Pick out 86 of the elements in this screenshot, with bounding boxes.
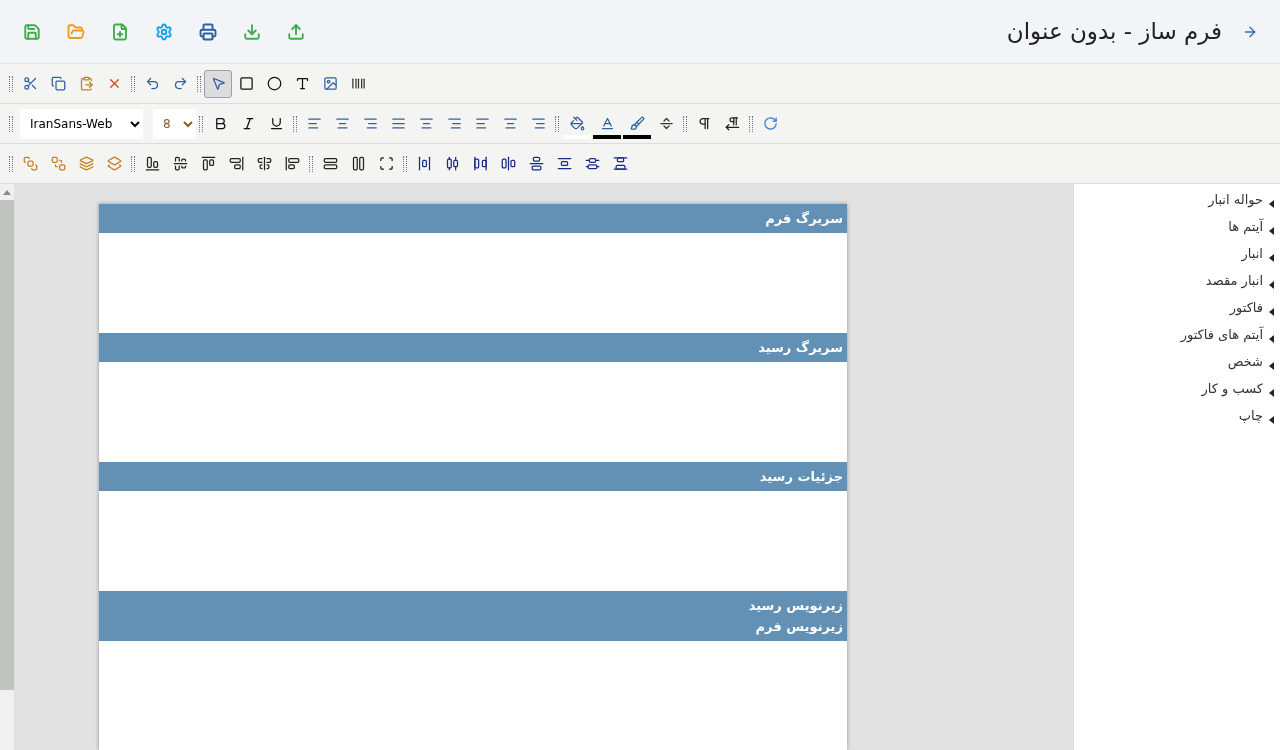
tree-item-label: انبار مقصد	[1205, 272, 1263, 291]
ellipse-icon	[266, 76, 282, 91]
text-icon	[294, 76, 310, 91]
left-to-right-icon	[696, 116, 712, 131]
border-style-icon	[658, 116, 674, 131]
spacing-icon	[472, 156, 488, 171]
band-title: جزئیات رسید	[758, 468, 843, 486]
refresh-icon	[762, 116, 778, 131]
tree-item-label: شخص	[1227, 353, 1263, 372]
align-icon	[390, 116, 406, 131]
band-title: زیرنویس رسید	[747, 597, 843, 615]
font-color-icon	[599, 115, 615, 131]
caret-left-icon[interactable]	[1269, 281, 1274, 289]
upload-icon	[287, 22, 305, 41]
font-family-select[interactable]: IranSans-Web	[20, 108, 143, 139]
line-color-icon	[629, 115, 645, 131]
caret-left-icon[interactable]	[1269, 335, 1274, 343]
band-title: سربرگ رسید	[757, 339, 843, 357]
spacing-icon	[612, 156, 628, 171]
italic-icon	[240, 116, 256, 131]
align-icon	[284, 156, 300, 171]
new-file-icon	[111, 22, 129, 41]
spacing-icon	[528, 156, 544, 171]
rectangle-icon	[238, 76, 254, 91]
redo-icon	[172, 76, 188, 91]
tree-item-label: آیتم ها	[1228, 217, 1263, 237]
align-icon	[362, 116, 378, 131]
align-icon	[530, 116, 546, 131]
tree-item-label: چاپ	[1238, 407, 1263, 426]
pointer-icon	[210, 76, 226, 91]
spacing-icon	[584, 156, 600, 171]
align-icon	[418, 116, 434, 131]
spacing-icon	[416, 156, 432, 171]
bring-forward-icon	[78, 156, 94, 171]
tree-item-label: کسب و کار	[1201, 380, 1263, 399]
tree-item-label: انبار	[1241, 245, 1263, 264]
caret-left-icon[interactable]	[1269, 227, 1274, 235]
spacing-icon	[500, 156, 516, 171]
align-icon	[228, 156, 244, 171]
font-size-select[interactable]: 8	[153, 108, 196, 139]
download-icon	[243, 22, 261, 41]
align-icon	[144, 156, 160, 171]
send-backward-icon	[106, 156, 122, 171]
folder-icon	[67, 22, 85, 41]
underline-icon	[268, 116, 284, 131]
caret-left-icon[interactable]	[1269, 389, 1274, 397]
settings-icon	[155, 22, 173, 41]
band-title: سربرگ فرم	[764, 210, 843, 229]
tree-item-label: آیتم های فاکتور	[1180, 325, 1263, 345]
align-icon	[474, 116, 490, 131]
align-icon	[172, 156, 188, 171]
band-title: زیرنویس فرم	[754, 618, 843, 637]
fill-color-icon	[569, 115, 585, 131]
tree-item-label: حواله انبار	[1208, 191, 1263, 210]
caret-left-icon[interactable]	[1269, 254, 1274, 262]
same-size-icon	[378, 156, 394, 171]
align-icon	[200, 156, 216, 171]
same-height-icon	[350, 156, 366, 171]
undo-icon	[144, 76, 160, 91]
align-icon	[446, 116, 462, 131]
spacing-icon	[444, 156, 460, 171]
scroll-up-icon[interactable]	[3, 189, 11, 195]
align-icon	[256, 156, 272, 171]
paste-icon	[78, 76, 94, 91]
scrollbar[interactable]	[0, 184, 14, 750]
caret-left-icon[interactable]	[1269, 362, 1274, 370]
image-icon	[322, 76, 338, 91]
align-icon	[306, 116, 322, 131]
align-icon	[502, 116, 518, 131]
pointer-tool[interactable]	[204, 69, 232, 98]
copy-icon	[50, 76, 66, 91]
barcode-icon	[350, 76, 366, 91]
right-to-left-icon	[724, 116, 740, 131]
print-icon	[199, 22, 217, 41]
bring-to-front-icon	[22, 156, 38, 171]
caret-left-icon[interactable]	[1269, 308, 1274, 316]
cut-icon	[22, 76, 38, 91]
caret-left-icon[interactable]	[1269, 200, 1274, 208]
send-to-back-icon	[50, 156, 66, 171]
save-icon	[23, 22, 41, 41]
align-icon	[334, 116, 350, 131]
page-title: فرم ساز - بدون عنوان	[1006, 17, 1222, 47]
same-width-icon	[322, 156, 338, 171]
tree-item-label: فاکتور	[1229, 299, 1263, 318]
caret-left-icon[interactable]	[1269, 416, 1274, 424]
spacing-icon	[556, 156, 572, 171]
